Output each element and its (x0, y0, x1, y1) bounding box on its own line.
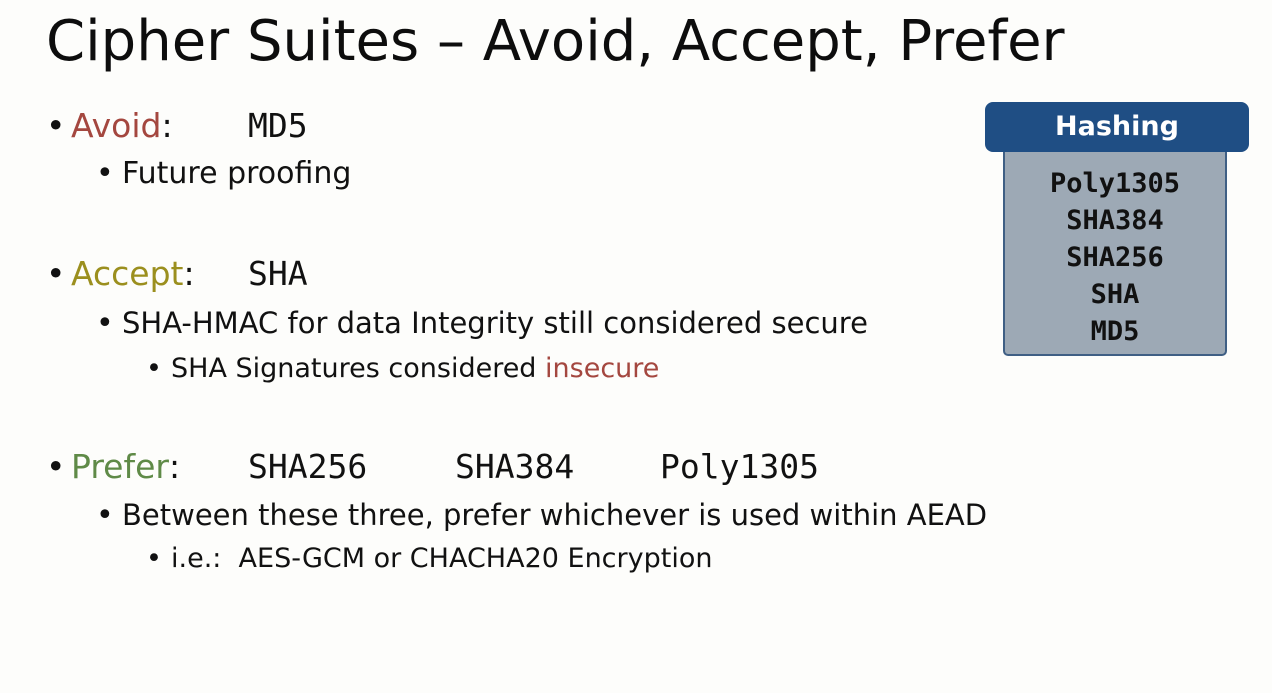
avoid-sub-row: • Future proofing (96, 154, 351, 194)
hashing-item: SHA (1090, 279, 1140, 310)
prefer-colon: : (168, 447, 181, 486)
bullet-icon: • (96, 156, 114, 191)
accept-sub-row: • SHA-HMAC for data Integrity still consi… (96, 303, 868, 344)
prefer-bullet-row: • Prefer: (46, 445, 180, 489)
accept-keyword: Accept (71, 254, 184, 293)
insecure-highlight: insecure (545, 353, 660, 384)
bullet-icon: • (96, 498, 114, 533)
slide-title: Cipher Suites – Avoid, Accept, Prefer (46, 9, 1065, 74)
hashing-item: Poly1305 (1049, 168, 1181, 199)
hashing-list: Poly1305 SHA384 SHA256 SHA MD5 (1003, 165, 1227, 350)
prefer-algorithm-sha256: SHA256 (248, 447, 368, 486)
hashing-box-header: Hashing (985, 102, 1249, 152)
avoid-sub-text: Future proofing (122, 156, 352, 191)
hashing-box: Hashing Poly1305 SHA384 SHA256 SHA MD5 (985, 102, 1249, 358)
prefer-algorithm-poly1305: Poly1305 (660, 447, 819, 486)
avoid-bullet-row: • Avoid: (46, 104, 173, 148)
accept-bullet-row: • Accept: (46, 252, 195, 296)
accept-colon: : (183, 254, 195, 293)
hashing-item: SHA384 (1066, 205, 1164, 236)
accept-subsub-row: • SHA Signatures considered insecure (146, 351, 659, 387)
bullet-icon: • (146, 353, 162, 384)
bullet-icon: • (146, 543, 162, 574)
prefer-subsub-row: • i.e.: AES-GCM or CHACHA20 Encryption (146, 541, 712, 577)
prefer-sub-text: Between these three, prefer whichever is… (122, 498, 988, 532)
prefer-sub-row: • Between these three, prefer whichever i… (96, 495, 987, 536)
accept-algorithm: SHA (248, 254, 308, 293)
hashing-item: MD5 (1090, 316, 1140, 347)
prefer-subsub-text: i.e.: AES-GCM or CHACHA20 Encryption (171, 543, 713, 574)
bullet-icon: • (96, 306, 114, 341)
accept-subsub-text: SHA Signatures considered (171, 353, 546, 384)
bullet-icon: • (46, 254, 66, 293)
prefer-keyword: Prefer (71, 447, 169, 486)
avoid-algorithm: MD5 (248, 106, 308, 145)
avoid-keyword: Avoid (71, 106, 162, 145)
bullet-icon: • (46, 447, 66, 486)
slide: Cipher Suites – Avoid, Accept, Prefer • A… (0, 0, 1272, 693)
hashing-item: SHA256 (1066, 242, 1164, 273)
bullet-icon: • (46, 106, 66, 145)
accept-sub-text: SHA-HMAC for data Integrity still consid… (122, 306, 868, 340)
avoid-colon: : (161, 106, 173, 145)
prefer-algorithm-sha384: SHA384 (455, 447, 575, 486)
